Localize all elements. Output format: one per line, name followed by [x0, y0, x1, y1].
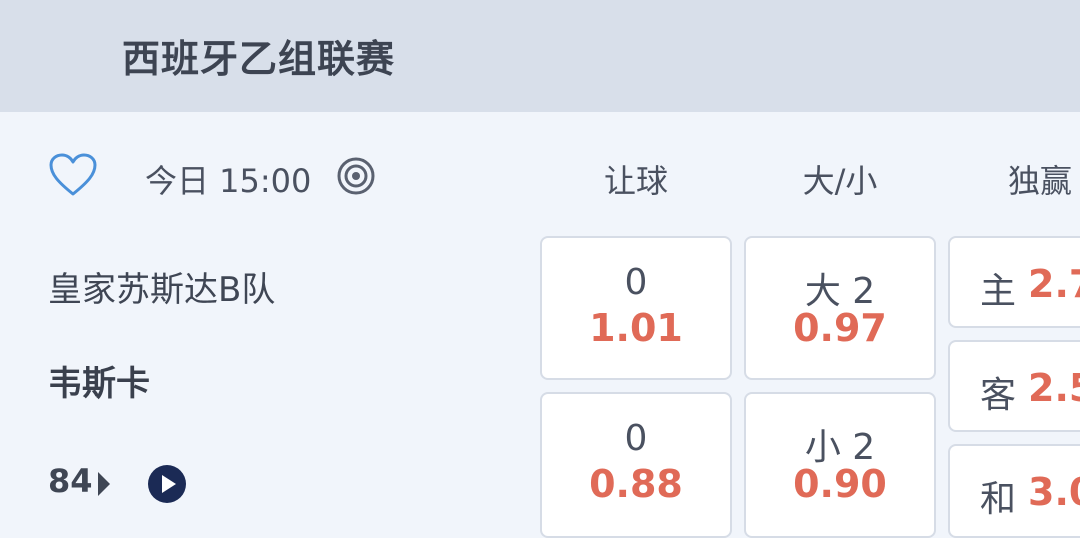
- handicap-home-odds[interactable]: 0 1.01: [540, 236, 732, 380]
- column-header-win-draw-win: 独赢: [1008, 162, 1073, 200]
- under-price: 0.90: [793, 462, 887, 506]
- home-win-price: 2.7: [1028, 262, 1080, 306]
- under-odds[interactable]: 小 2 0.90: [744, 392, 936, 538]
- heart-icon[interactable]: [48, 152, 98, 198]
- handicap-price: 1.01: [589, 306, 683, 350]
- play-circle-icon[interactable]: [148, 465, 186, 503]
- handicap-price: 0.88: [589, 462, 683, 506]
- over-price: 0.97: [793, 306, 887, 350]
- draw-price: 3.0: [1028, 470, 1080, 514]
- column-header-over-under: 大/小: [802, 162, 878, 200]
- handicap-line: 0: [624, 418, 648, 459]
- away-win-odds[interactable]: 客 2.5: [948, 340, 1080, 432]
- draw-label: 和: [980, 479, 1017, 520]
- home-win-odds[interactable]: 主 2.7: [948, 236, 1080, 328]
- handicap-line: 0: [624, 262, 648, 303]
- home-win-label: 主: [980, 271, 1017, 312]
- draw-odds[interactable]: 和 3.0: [948, 444, 1080, 538]
- over-odds[interactable]: 大 2 0.97: [744, 236, 936, 380]
- over-line: 大 2: [804, 271, 876, 312]
- league-title: 西班牙乙组联赛: [122, 37, 396, 81]
- away-win-price: 2.5: [1028, 366, 1080, 410]
- away-win-label: 客: [980, 375, 1017, 416]
- match-minute: 84: [48, 462, 93, 500]
- caret-right-icon: [98, 472, 110, 496]
- under-line: 小 2: [804, 427, 876, 468]
- column-header-handicap: 让球: [603, 162, 668, 200]
- handicap-away-odds[interactable]: 0 0.88: [540, 392, 732, 538]
- target-icon[interactable]: [336, 156, 376, 196]
- match-time: 今日 15:00: [145, 162, 312, 200]
- home-team-name: 皇家苏斯达B队: [48, 270, 276, 310]
- league-header: 西班牙乙组联赛: [0, 0, 1080, 112]
- away-team-name: 韦斯卡: [48, 364, 150, 404]
